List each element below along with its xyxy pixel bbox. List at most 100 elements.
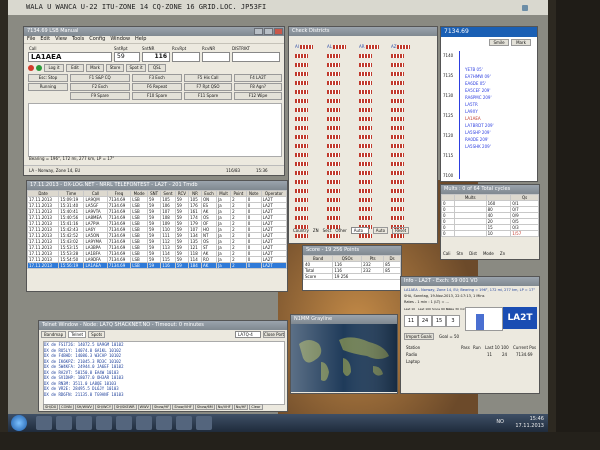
mults-footer-item[interactable]: Stn — [456, 251, 463, 256]
f8-button[interactable]: F8 Agn? — [234, 83, 282, 91]
mode-select[interactable]: Auto — [350, 227, 369, 234]
qsl-button[interactable]: QSL — [148, 64, 166, 72]
telnet-command-button[interactable]: Show/6M — [194, 404, 215, 410]
telnet-window-titlebar[interactable]: Telnet Window - Node: LA7Q SHACKNET.NO -… — [39, 321, 287, 330]
tab-spots[interactable]: Spots — [88, 331, 106, 338]
f3-button[interactable]: F3 Exch — [132, 74, 182, 82]
start-button[interactable] — [11, 415, 27, 431]
telnet-command-button[interactable]: No/HF — [233, 404, 249, 410]
distrikt-input[interactable] — [232, 52, 280, 62]
menu-edit[interactable]: Edit — [40, 36, 50, 43]
telnet-command-button[interactable]: Show/VHF — [172, 404, 194, 410]
telnet-line[interactable]: DX de RD6FN: 21135.0 TG9ANF 10103 — [44, 392, 284, 398]
bandmap-mark-button[interactable]: Mark — [511, 39, 531, 46]
f7-button[interactable]: F7 Rpt QSO — [184, 83, 232, 91]
bandmap-spot[interactable]: RA6PMC 209' — [465, 95, 492, 100]
language-indicator[interactable]: NO — [496, 419, 504, 425]
record-icon[interactable] — [28, 65, 34, 71]
bandmap-spot[interactable]: LA5TR — [465, 102, 478, 107]
f5-button[interactable]: F5 His Call — [184, 74, 232, 82]
f11-button[interactable]: F11 Spare — [184, 92, 232, 100]
info-window-titlebar[interactable]: Info - LA2T - Exch: 59 001 VO — [401, 277, 539, 286]
menu-file[interactable]: File — [27, 36, 35, 43]
telnet-command-button[interactable]: SH/DX — [43, 404, 59, 410]
sect-option[interactable]: Sect — [323, 228, 332, 233]
smile-button[interactable]: Smile — [489, 39, 509, 46]
folder-icon[interactable] — [76, 416, 92, 430]
media-player-icon[interactable] — [176, 416, 192, 430]
zn-option[interactable]: ZN — [313, 228, 319, 233]
mults-footer-item[interactable]: Zn — [500, 251, 505, 256]
tab-telnet[interactable]: Telnet — [68, 331, 87, 338]
f9-button[interactable]: F9 Spare — [70, 92, 130, 100]
check-window-titlebar[interactable]: Check Districts — [289, 27, 437, 36]
f6-button[interactable]: F6 Repeat — [132, 83, 182, 91]
bandmap-spot[interactable]: RA0DE 209' — [465, 137, 489, 142]
bandmap-spot[interactable]: YE7B 05' — [465, 67, 483, 72]
word-icon[interactable] — [136, 416, 152, 430]
menu-tools[interactable]: Tools — [72, 36, 84, 43]
sntnr-input[interactable]: 116 — [142, 52, 170, 62]
mults-footer-item[interactable]: Mode — [483, 251, 494, 256]
running-toggle[interactable]: Running — [28, 83, 68, 91]
bandmap-spot[interactable]: LA5SHK 209' — [465, 144, 491, 149]
explorer-icon[interactable] — [36, 416, 52, 430]
mults-footer-item[interactable]: Cali — [443, 251, 450, 256]
telnet-command-button[interactable]: No/VHF — [215, 404, 233, 410]
tab-bandmap[interactable]: Bandmap — [41, 331, 67, 338]
log-it-button[interactable]: Log it — [44, 64, 64, 72]
mults-footer-item[interactable]: Dist — [469, 251, 477, 256]
play-icon[interactable] — [36, 65, 42, 71]
store-button[interactable]: Store — [106, 64, 124, 72]
f1-button[interactable]: F1 S&P CQ — [70, 74, 130, 82]
telnet-command-button[interactable]: CONN — [59, 404, 74, 410]
close-button[interactable] — [274, 28, 283, 35]
reset-button[interactable]: Reset — [392, 227, 410, 234]
menu-config[interactable]: Config — [89, 36, 105, 43]
bandmap-spot[interactable]: LA1AEA — [465, 116, 481, 121]
telnet-command-button[interactable]: Show/HF — [151, 404, 172, 410]
media-icon[interactable] — [56, 416, 72, 430]
log-window-titlebar[interactable]: 17.11.2013 - DX-LOG.NET - NRRL TELEFONTE… — [27, 181, 287, 190]
entry-window-titlebar[interactable]: 7134.69 LSB Manual — [24, 27, 284, 36]
bandmap-spot[interactable]: EA6DE 05' — [465, 81, 486, 86]
minimize-button[interactable] — [254, 28, 263, 35]
table-row[interactable]: 17.11.2013 15:56:19 LA1AEA 7134.69 LSB 59 116 5… — [27, 262, 287, 269]
n1mm-icon[interactable] — [196, 416, 212, 430]
country-option[interactable]: Country — [293, 228, 309, 233]
score-window-titlebar[interactable]: Score - 19 256 Points — [303, 246, 401, 255]
menu-view[interactable]: View — [55, 36, 67, 43]
call-input[interactable]: LA1AEA — [28, 52, 112, 62]
bandmap-spot[interactable]: LA7BRDT 209' — [465, 123, 494, 128]
chrome-icon[interactable] — [116, 416, 132, 430]
close-port-button[interactable]: Close Port — [263, 331, 285, 338]
spot-it-button[interactable]: Spot it — [126, 64, 146, 72]
menu-window[interactable]: Window — [110, 36, 130, 43]
bandmap-spot[interactable]: EA7HMW 09' — [465, 74, 491, 79]
bandmap-spot[interactable]: EA5CEF 209' — [465, 88, 490, 93]
grayline-window-titlebar[interactable]: N1MM Grayline — [291, 315, 397, 324]
esc-stop-button[interactable]: Esc: Stop — [28, 74, 68, 82]
f2-button[interactable]: F2 Exch — [70, 83, 130, 91]
other-option[interactable]: Other — [335, 228, 346, 233]
telnet-command-button[interactable]: WWV — [137, 404, 151, 410]
sntrpt-input[interactable]: 59 — [114, 52, 140, 62]
telnet-command-button[interactable]: SH/SKEWR — [113, 404, 137, 410]
log-column-header[interactable]: Operator — [260, 190, 287, 197]
import-goals-button[interactable]: Import Goals — [404, 333, 434, 340]
rcvnr-input[interactable] — [202, 52, 230, 62]
f10-button[interactable]: F10 Spare — [132, 92, 182, 100]
auto-button[interactable]: Auto — [372, 227, 389, 234]
f12-button[interactable]: F12 Wipe — [234, 92, 282, 100]
log-column-header[interactable]: Mode — [130, 190, 148, 197]
app-icon[interactable] — [156, 416, 172, 430]
telnet-command-button[interactable]: SH/WCY — [94, 404, 113, 410]
menu-help[interactable]: Help — [135, 36, 146, 43]
bandmap-spot[interactable]: LA9XY — [465, 109, 478, 114]
browser-icon[interactable] — [96, 416, 112, 430]
node-select[interactable]: LA7Q-4 — [235, 331, 261, 338]
edit-button[interactable]: Edit — [66, 64, 84, 72]
mults-window-titlebar[interactable]: Mults : 0 of 64 Total cycles — [441, 185, 539, 194]
bandmap-spot[interactable]: LA5SHP 209' — [465, 130, 491, 135]
maximize-button[interactable] — [264, 28, 273, 35]
